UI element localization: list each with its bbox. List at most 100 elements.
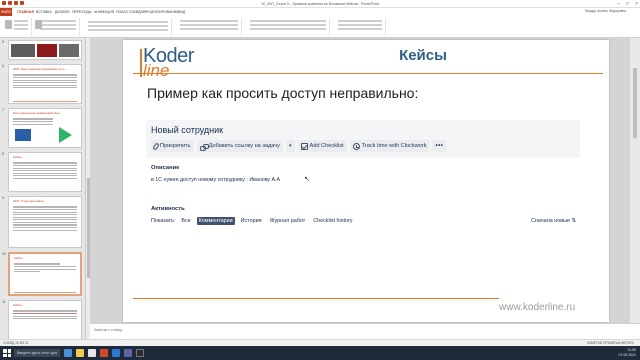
windows-start-icon[interactable] (3, 349, 11, 357)
slide-canvas[interactable]: Koder line Кейсы Пример как просить дост… (123, 40, 609, 322)
drawing-group[interactable] (242, 18, 330, 36)
thumb-number: 6 (2, 64, 4, 68)
window-controls[interactable]: – □ × (617, 1, 638, 7)
thumb-image (59, 44, 79, 57)
task-view-icon[interactable] (64, 349, 72, 357)
font-group[interactable] (80, 18, 172, 36)
clock-icon (352, 142, 360, 150)
activity-filters: Показать: Все Комментарии История Журнал… (151, 217, 354, 225)
windows-taskbar: Введите здесь текст для поиска 11:09 07.… (0, 346, 640, 360)
more-icon[interactable]: ••• (432, 140, 447, 152)
tab-view[interactable]: ВИД (178, 9, 185, 15)
taskbar-search-input[interactable]: Введите здесь текст для поиска (14, 349, 60, 360)
status-bar: СЛАЙД 10 ИЗ 11 ЗАМЕТКИ ПРИМЕЧАНИЯ 90% (0, 339, 640, 346)
chevron-down-icon[interactable]: ▾ (285, 140, 295, 152)
thumb-number: 7 (2, 108, 4, 112)
filter-checklist-history[interactable]: Checklist history (311, 217, 354, 225)
editing-group[interactable] (330, 18, 386, 36)
mouse-cursor-icon: ↖ (304, 176, 310, 183)
windows-logo-icon (15, 129, 31, 141)
thumb-title: ЗАП: Структура кейса (13, 199, 44, 203)
thumbnail-slide-11[interactable]: Кейсы (8, 300, 82, 339)
paragraph-group[interactable] (172, 18, 242, 36)
tab-slideshow[interactable]: ПОКАЗ СЛАЙДОВ (116, 9, 146, 15)
minimize-icon[interactable]: – (617, 1, 620, 7)
thumb-number: 11 (2, 300, 6, 304)
filter-worklog[interactable]: Журнал работ (268, 217, 308, 225)
tab-review[interactable]: РЕЦЕНЗИРОВАНИЕ (145, 9, 179, 15)
link-icon (199, 143, 209, 151)
close-icon[interactable]: × (635, 1, 638, 7)
notes-pane[interactable]: Заметки к слайду (90, 323, 640, 339)
ribbon-tabs: ФАЙЛ ГЛАВНАЯ ВСТАВКА ДИЗАЙН ПЕРЕХОДЫ АНИ… (0, 8, 640, 16)
tab-insert[interactable]: ВСТАВКА (36, 9, 52, 15)
scrollbar-knob[interactable] (633, 68, 637, 138)
editor-scrollbar[interactable] (630, 38, 640, 323)
new-slide-icon[interactable] (35, 20, 42, 29)
thumb-number: 10 (2, 252, 6, 256)
app-icon[interactable] (136, 349, 144, 357)
teams-icon[interactable] (124, 349, 132, 357)
thumbnail-slide-10-selected[interactable]: Кейсы (8, 252, 82, 296)
clipboard-group[interactable] (2, 18, 32, 36)
add-checklist-button[interactable]: Add Checklist (297, 140, 347, 152)
footer-url: www.koderline.ru (499, 302, 576, 313)
task-title: Новый сотрудник (151, 125, 224, 135)
slide-thumbnails-pane[interactable]: 5 6 ЗАП: Какое администрирование есть 7 … (0, 38, 86, 339)
task-card-screenshot: Новый сотрудник Прикрепить Добавить ссыл… (146, 120, 580, 228)
tab-transitions[interactable]: ПЕРЕХОДЫ (72, 9, 92, 15)
thumbnail-slide-5[interactable] (8, 40, 82, 60)
task-actions-bar: Прикрепить Добавить ссылку на задачу ▾ A… (151, 140, 449, 152)
description-label: Описание (151, 165, 180, 171)
status-controls[interactable]: ЗАМЕТКИ ПРИМЕЧАНИЯ 90% (587, 341, 634, 345)
tab-file[interactable]: ФАЙЛ (0, 8, 12, 16)
show-label: Показать: (151, 218, 176, 224)
footer-divider (133, 298, 499, 299)
thumb-title: ЗАП: Какое администрирование есть (13, 67, 65, 71)
slides-group[interactable] (32, 18, 80, 36)
taskbar-apps (64, 349, 144, 357)
powerpoint-icon[interactable] (100, 349, 108, 357)
thumb-number: 9 (2, 196, 4, 200)
system-tray-clock[interactable]: 11:09 07.09.2021 (618, 348, 636, 358)
filter-history[interactable]: История (239, 217, 264, 225)
paste-icon[interactable] (5, 20, 12, 29)
thumbnail-slide-8[interactable]: Кейсы (8, 152, 82, 192)
thumb-title: Кейсы (13, 303, 22, 307)
play-store-icon (59, 127, 72, 143)
thumbnail-slide-7[interactable]: Интеграционное взаимодействие (8, 108, 82, 148)
thumb-number: 5 (2, 40, 4, 44)
paperclip-icon (152, 141, 160, 151)
checkbox-icon (300, 142, 308, 150)
slide-title[interactable]: Кейсы (313, 46, 533, 66)
task-card-header: Новый сотрудник Прикрепить Добавить ссыл… (146, 120, 580, 158)
slide-heading[interactable]: Пример как просить доступ неправильно: (147, 84, 418, 102)
maximize-icon[interactable]: □ (626, 1, 629, 7)
thumb-number: 8 (2, 152, 4, 156)
thumb-image (37, 44, 57, 57)
add-link-button[interactable]: Добавить ссылку на задачу (196, 140, 283, 152)
attach-button[interactable]: Прикрепить (151, 140, 194, 152)
tab-animations[interactable]: АНИМАЦИЯ (94, 9, 114, 15)
thumbnail-slide-6[interactable]: ЗАП: Какое администрирование есть (8, 64, 82, 104)
window-title-bar: 10_ЗАП_Сезон 3 – Правила хранения во Вло… (0, 0, 640, 8)
slide-counter: СЛАЙД 10 ИЗ 11 (3, 341, 29, 345)
outlook-icon[interactable] (112, 349, 120, 357)
file-explorer-icon[interactable] (76, 349, 84, 357)
thumb-title: Кейсы (13, 155, 22, 159)
tab-design[interactable]: ДИЗАЙН (55, 9, 69, 15)
ribbon-toolbar (0, 16, 640, 38)
tab-home[interactable]: ГЛАВНАЯ (17, 9, 34, 15)
filter-all[interactable]: Все (179, 217, 192, 225)
thumb-title: Кейсы (14, 256, 23, 260)
header-divider (133, 73, 603, 74)
track-time-button[interactable]: Track time with Clockwork (349, 140, 430, 152)
notes-placeholder: Заметки к слайду (94, 328, 123, 332)
activity-label: Активность (151, 206, 185, 212)
sort-toggle[interactable]: Сначала новые ⇅ (531, 218, 576, 224)
window-title: 10_ЗАП_Сезон 3 – Правила хранения во Вло… (261, 2, 379, 6)
chrome-icon[interactable] (88, 349, 96, 357)
user-account[interactable]: Кандор Ассель Федоровна (585, 9, 626, 13)
thumbnail-slide-9[interactable]: ЗАП: Структура кейса (8, 196, 82, 248)
filter-comments[interactable]: Комментарии (196, 217, 235, 225)
